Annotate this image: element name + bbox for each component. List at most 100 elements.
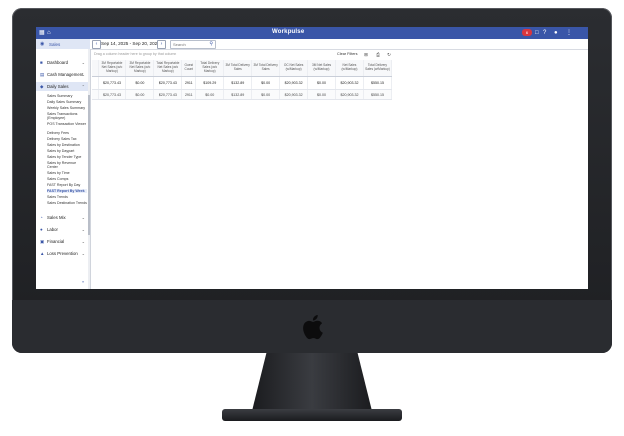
column-header[interactable]: Total Delivery Sales (w/Markup) — [363, 60, 393, 77]
total-cell: $20,773.43 — [98, 89, 127, 100]
monitor-stand-foot — [222, 409, 402, 421]
sidebar-item-sales-by-tender-type[interactable]: Sales by Tender Type — [47, 155, 87, 159]
table-cell: $20,903.32 — [335, 76, 364, 90]
table-cell: $20,773.43 — [153, 76, 183, 90]
sidebar-scrollbar-thumb[interactable] — [88, 95, 90, 235]
sidebar-item-fast-report-by-day[interactable]: FAST Report By Day — [47, 183, 87, 187]
total-cell: $0.00 — [125, 89, 155, 100]
chevron-down-icon: ⌄ — [81, 215, 85, 220]
module-tab-sales[interactable]: ◉ Sales — [36, 39, 90, 49]
refresh-icon[interactable]: ↻ — [386, 52, 392, 57]
notification-badge[interactable]: 6 — [522, 29, 532, 36]
sidebar-item-pos-transaction-viewer[interactable]: POS Transaction Viewer — [47, 122, 87, 126]
user-avatar-icon[interactable]: ● — [554, 30, 558, 36]
sidebar-item-sales-destination-trends[interactable]: Sales Destination Trends — [47, 201, 87, 205]
screen: ▦ ⌂ Workpulse 6 □ ? ● ⋮ ◉ Sales ‹ Sep 14… — [36, 27, 588, 289]
sidebar-section-labor[interactable]: ● Labor ⌄ — [36, 225, 88, 234]
export-icon[interactable]: ⊞ — [363, 52, 369, 57]
column-header[interactable]: 3M Total Delivery Sales — [251, 60, 281, 77]
search-box[interactable]: ⚲ — [170, 40, 216, 49]
column-header[interactable]: Guest Count — [181, 60, 197, 77]
collapse-sidebar-icon[interactable]: « — [82, 279, 84, 284]
sidebar-section-cash-management[interactable]: ▤ Cash Management ⌄ — [36, 70, 88, 79]
table-row[interactable]: $20,773.43 $0.00 $20,773.43 2911 $109.29… — [92, 76, 393, 90]
loss-prevention-icon: ▲ — [40, 251, 45, 256]
sidebar-item-delivery-fees[interactable]: Delivery Fees — [47, 131, 87, 135]
table-cell: $0.00 — [125, 76, 155, 90]
chevron-down-icon: ⌄ — [81, 72, 85, 77]
sidebar-section-daily-sales[interactable]: ◆ Daily Sales ⌃ — [36, 82, 88, 91]
sidebar-item-daily-sales-summary[interactable]: Daily Sales Summary — [47, 100, 87, 104]
sidebar-section-label: Cash Management — [47, 72, 84, 77]
table-cell: $0.00 — [307, 76, 336, 90]
fast-report-table: 3M Reportable Net Sales (w/o Markup) 3M … — [92, 60, 393, 100]
chevron-down-icon: ⌄ — [81, 251, 85, 256]
financial-icon: ▣ — [40, 239, 45, 244]
report-header: ◉ Sales ‹ Sep 14, 2025 - Sep 20, 2025 › … — [36, 39, 588, 50]
total-cell: $132.89 — [223, 89, 253, 100]
sales-icon: ◆ — [40, 84, 44, 89]
sidebar-item-sales-by-time[interactable]: Sales by Time — [47, 171, 87, 175]
table-cell: $20,903.32 — [279, 76, 309, 90]
table-header-row: 3M Reportable Net Sales (w/o Markup) 3M … — [92, 60, 393, 77]
total-cell: $550.15 — [363, 89, 393, 100]
group-by-hint[interactable]: Drag a column header here to group by th… — [94, 52, 176, 56]
sidebar-item-sales-by-daypart[interactable]: Sales by Daypart — [47, 149, 87, 153]
chat-icon[interactable]: □ — [535, 30, 539, 36]
column-header[interactable]: 3M Total Delivery Sales — [223, 60, 253, 77]
column-header[interactable]: Net Sales (w/Markup) — [335, 60, 364, 77]
sidebar-item-sales-transactions[interactable]: Sales Transactions (Employee) — [47, 112, 87, 120]
total-cell: $0.00 — [251, 89, 281, 100]
home-icon[interactable]: ⌂ — [47, 30, 51, 36]
column-header[interactable]: Total Delivery Sales (w/o Markup) — [195, 60, 225, 77]
sidebar-section-dashboard[interactable]: ■ Dashboard ⌄ — [36, 58, 88, 67]
sales-mix-icon: ◔ — [40, 215, 43, 220]
next-week-button[interactable]: › — [157, 40, 166, 49]
column-header[interactable]: Total Reportable Net Sales (w/o Markup) — [153, 60, 183, 77]
table-cell: $550.15 — [363, 76, 393, 90]
sidebar-section-loss-prevention[interactable]: ▲ Loss Prevention ⌄ — [36, 249, 88, 258]
cash-icon: ▤ — [40, 72, 45, 77]
chevron-down-icon: ⌄ — [81, 239, 85, 244]
sidebar-section-label: Financial — [47, 239, 65, 244]
date-range[interactable]: Sep 14, 2025 - Sep 20, 2025 — [101, 41, 160, 46]
sidebar-item-sales-by-destination[interactable]: Sales by Destination — [47, 143, 87, 147]
clear-filters-button[interactable]: Clear Filters — [337, 52, 357, 56]
search-icon[interactable]: ⚲ — [209, 41, 213, 47]
column-header[interactable]: 3M Net Sales (w/Markup) — [307, 60, 336, 77]
sidebar-section-label: Loss Prevention — [47, 251, 78, 256]
total-cell: 2911 — [181, 89, 197, 100]
apple-logo-icon — [303, 315, 323, 340]
column-header[interactable]: OC Net Sales (w/Markup) — [279, 60, 309, 77]
dashboard-icon: ■ — [40, 60, 43, 65]
apps-grid-icon[interactable]: ▦ — [39, 30, 45, 36]
prev-week-button[interactable]: ‹ — [92, 40, 101, 49]
sidebar-item-weekly-sales-summary[interactable]: Weekly Sales Summary — [47, 106, 87, 110]
module-tab-label: Sales — [49, 42, 61, 47]
sidebar-section-sales-mix[interactable]: ◔ Sales Mix ⌄ — [36, 213, 88, 222]
sidebar-item-sales-comps[interactable]: Sales Comps — [47, 177, 87, 181]
sidebar-item-sales-trends[interactable]: Sales Trends — [47, 195, 87, 199]
search-input[interactable] — [171, 41, 209, 47]
column-header[interactable]: 3M Reportable Net Sales (w/o Markup) — [125, 60, 155, 77]
sidebar-item-sales-by-revenue-center[interactable]: Sales by Revenue Center — [47, 161, 87, 169]
sidebar-item-fast-report-by-week[interactable]: FAST Report By Week — [47, 189, 87, 193]
column-header[interactable]: 3M Reportable Net Sales (w/o Markup) — [98, 60, 127, 77]
total-cell: $0.00 — [195, 89, 225, 100]
labor-icon: ● — [40, 227, 43, 232]
table-cell: $0.00 — [251, 76, 281, 90]
sidebar-section-financial[interactable]: ▣ Financial ⌄ — [36, 237, 88, 246]
brand-logo: Workpulse — [272, 29, 305, 35]
total-cell: $20,903.32 — [335, 89, 364, 100]
top-app-bar: ▦ ⌂ Workpulse 6 □ ? ● ⋮ — [36, 27, 588, 39]
sidebar-item-sales-summary[interactable]: Sales Summary — [47, 94, 87, 98]
chevron-down-icon: ⌄ — [81, 227, 85, 232]
total-cell: $0.00 — [307, 89, 336, 100]
sidebar-item-delivery-sales-tax[interactable]: Delivery Sales Tax — [47, 137, 87, 141]
help-icon[interactable]: ? — [543, 30, 546, 36]
sidebar-section-label: Labor — [47, 227, 58, 232]
chevron-up-icon: ⌃ — [81, 84, 85, 89]
print-icon[interactable]: ⎙ — [375, 52, 381, 57]
settings-icon[interactable]: ⋮ — [566, 30, 572, 36]
sidebar: ■ Dashboard ⌄ ▤ Cash Management ⌄ ◆ Dail… — [36, 49, 91, 289]
